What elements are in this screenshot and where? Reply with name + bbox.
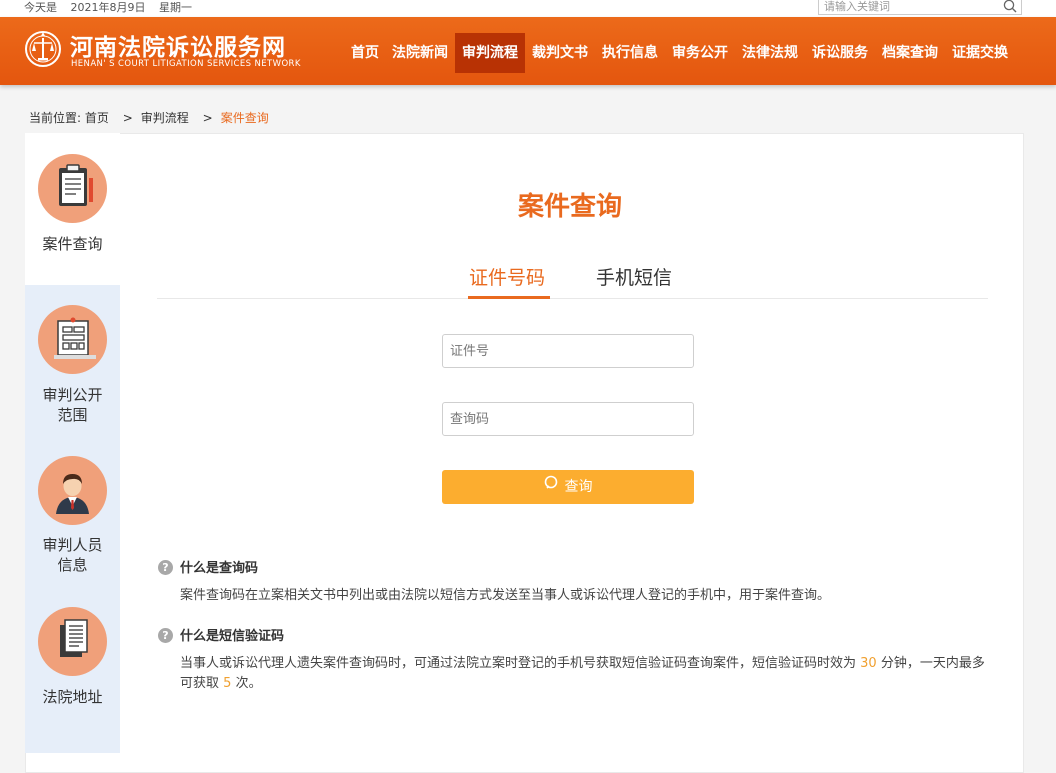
nav-litigation-services[interactable]: 诉讼服务 xyxy=(805,33,875,73)
query-code-input[interactable] xyxy=(450,404,686,434)
current-date: 2021年8月9日 xyxy=(70,1,146,14)
breadcrumb-current: 案件查询 xyxy=(220,111,269,125)
query-button[interactable]: 查询 xyxy=(442,470,694,504)
faq-answer: 案件查询码在立案相关文书中列出或由法院以短信方式发送至当事人或诉讼代理人登记的手… xyxy=(180,588,831,603)
current-weekday: 星期一 xyxy=(159,1,192,14)
nav-court-affairs[interactable]: 审务公开 xyxy=(665,33,735,73)
question-mark-icon: ? xyxy=(158,560,173,575)
site-search xyxy=(818,0,1022,15)
faq-question-text: 什么是查询码 xyxy=(180,561,259,576)
nav-home[interactable]: 首页 xyxy=(345,33,385,73)
daily-max-times: 5 xyxy=(223,676,232,691)
today-label: 今天是 xyxy=(24,1,57,14)
court-emblem-icon[interactable] xyxy=(24,28,62,74)
faq-question: ? 什么是短信验证码 xyxy=(158,625,284,644)
sidebar-label-judge-info: 审判人员 信息 xyxy=(25,535,120,575)
sidebar-item-court-address[interactable] xyxy=(25,585,120,735)
clipboard-icon xyxy=(38,154,107,223)
faq-question-text: 什么是短信验证码 xyxy=(180,629,285,644)
query-code-field xyxy=(442,402,694,436)
notice-board-icon xyxy=(38,305,107,374)
site-search-input[interactable] xyxy=(819,0,994,13)
top-info-bar: 今天是 2021年8月9日 星期一 xyxy=(0,0,1056,17)
breadcrumb-separator: > xyxy=(202,111,213,125)
sidebar-label-court-address: 法院地址 xyxy=(42,688,103,706)
site-title[interactable]: 河南法院诉讼服务网 xyxy=(70,28,286,62)
breadcrumb-separator: > xyxy=(122,111,133,125)
sms-code-validity-minutes: 30 xyxy=(860,656,877,671)
document-stack-icon xyxy=(38,607,107,676)
nav-court-news[interactable]: 法院新闻 xyxy=(385,33,455,73)
sidebar: 案件查询 审判公开 范围 审判人员 信息 xyxy=(25,133,120,753)
faq-answer: 当事人或诉讼代理人遗失案件查询码时，可通过法院立案时登记的手机号获取短信验证码查… xyxy=(180,654,992,694)
sidebar-label-line: 审判人员 xyxy=(42,536,103,554)
breadcrumb-home[interactable]: 首页 xyxy=(85,111,109,125)
nav-evidence-exchange[interactable]: 证据交换 xyxy=(945,33,1015,73)
site-subtitle: HENAN' S COURT LITIGATION SERVICES NETWO… xyxy=(71,59,301,69)
sidebar-label-line: 信息 xyxy=(57,556,88,574)
sidebar-item-case-query[interactable]: 案件查询 xyxy=(25,133,120,285)
sidebar-item-judge-info[interactable]: 审判人员 信息 xyxy=(25,435,120,585)
sidebar-label-case-query: 案件查询 xyxy=(42,235,103,253)
active-tab-indicator xyxy=(468,296,550,299)
tab-id-number[interactable]: 证件号码 xyxy=(469,263,545,290)
sidebar-label-line: 审判公开 xyxy=(42,386,103,404)
question-mark-icon: ? xyxy=(158,628,173,643)
nav-laws-regulations[interactable]: 法律法规 xyxy=(735,33,805,73)
id-number-input[interactable] xyxy=(450,336,686,366)
tabs-divider xyxy=(157,298,988,299)
nav-judgment-documents[interactable]: 裁判文书 xyxy=(525,33,595,73)
sidebar-label-line: 范围 xyxy=(57,406,88,424)
faq-answer-text: 当事人或诉讼代理人遗失案件查询码时，可通过法院立案时登记的手机号获取短信验证码查… xyxy=(180,656,857,671)
breadcrumb: 当前位置: 首页 > 审判流程 > 案件查询 xyxy=(29,109,269,126)
id-number-field xyxy=(442,334,694,368)
query-button-label: 查询 xyxy=(564,479,593,495)
faq-question: ? 什么是查询码 xyxy=(158,557,258,576)
tab-sms[interactable]: 手机短信 xyxy=(596,263,672,290)
search-icon xyxy=(544,469,559,503)
site-header: 河南法院诉讼服务网 HENAN' S COURT LITIGATION SERV… xyxy=(0,17,1056,85)
nav-trial-process[interactable]: 审判流程 xyxy=(455,33,525,73)
sidebar-item-trial-openness[interactable]: 审判公开 范围 xyxy=(25,285,120,435)
nav-archive-query[interactable]: 档案查询 xyxy=(875,33,945,73)
faq-answer-text: 次。 xyxy=(235,676,262,691)
page-title: 案件查询 xyxy=(517,192,622,222)
date-display: 今天是 2021年8月9日 星期一 xyxy=(24,0,202,15)
nav-execution-info[interactable]: 执行信息 xyxy=(595,33,665,73)
breadcrumb-prefix: 当前位置: xyxy=(29,111,82,125)
judge-avatar-icon xyxy=(38,456,107,525)
sidebar-label-trial-openness: 审判公开 范围 xyxy=(25,385,120,425)
breadcrumb-trial-process[interactable]: 审判流程 xyxy=(141,111,189,125)
search-icon[interactable] xyxy=(1003,0,1017,16)
